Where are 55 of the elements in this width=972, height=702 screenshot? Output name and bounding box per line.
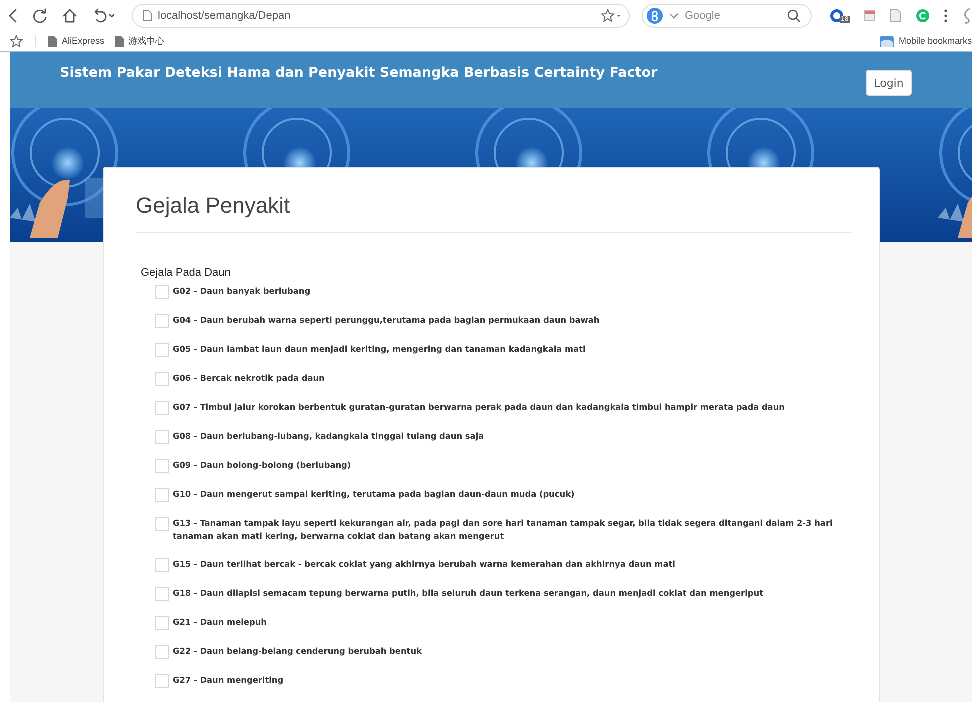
symptom-label: G27 - Daun mengeriting [173,674,285,687]
symptom-label: G05 - Daun lambat laun daun menjadi keriting, mengering dan tanaman kadangkala mati [173,343,587,356]
symptom-label: G18 - Daun dilapisi semacam tepung berwarna putih, bila seluruh daun terkena serangan, daun menjadi coklat dan mengeriput [173,587,765,600]
bookmark-link[interactable]: Mobile bookmarks [878,34,972,48]
symptom-label: G06 - Bercak nekrotik pada daun [173,372,326,385]
checkbox[interactable] [155,401,169,415]
bookmark-link[interactable]: 游戏中心 [114,34,165,48]
symptom-label: G21 - Daun melepuh [173,616,268,629]
checkbox[interactable] [155,616,169,630]
checkbox[interactable] [155,314,169,328]
checkbox[interactable] [155,674,169,688]
bookmark-link[interactable]: AliExpress [48,36,105,46]
home-icon[interactable] [62,8,78,24]
checkbox[interactable] [155,587,169,601]
back-icon[interactable] [8,8,18,24]
checkbox[interactable] [155,488,169,502]
page-icon [114,36,124,46]
symptom-label: G10 - Daun mengerut sampai keriting, terutama pada bagian daun-daun muda (pucuk) [173,488,576,501]
search-bar[interactable]: Google [642,4,812,28]
checkbox[interactable] [155,343,169,357]
symptom-label: G07 - Timbul jalur korokan berbentuk guratan-guratan berwarna perak pada daun dan kadangkala timbul hampir merata pada daun [173,401,786,414]
symptom-label: G04 - Daun berubah warna seperti perunggu,terutama pada bagian permukaan daun bawah [173,314,601,327]
checkbox[interactable] [155,372,169,386]
chevron-down-icon[interactable] [669,12,679,20]
more-icon[interactable] [944,9,948,23]
checkbox[interactable] [155,459,169,473]
symptom-label: G15 - Daun terlihat bercak - bercak coklat yang akhirnya berubah warna kemerahan dan akhirnya daun mati [173,558,676,571]
symptom-label: G13 - Tanaman tampak layu seperti kekurangan air, pada pagi dan sore hari tanaman tampak segar, bila tidak segera ditangani dalam 2-3 hari tanaman akan mati kering, berwarna coklat dan batang akan mengerut [173,517,834,543]
star-icon[interactable] [601,9,623,23]
checkbox[interactable] [155,645,169,659]
checkbox[interactable] [155,285,169,299]
symptom-label: G02 - Daun banyak berlubang [173,285,312,298]
star-icon[interactable] [10,34,23,48]
checkbox[interactable] [155,430,169,444]
login-button[interactable]: Login [866,70,912,96]
symptom-label: G09 - Daun bolong-bolong (berlubang) [173,459,352,472]
folder-icon [878,34,895,48]
checkbox[interactable] [155,517,169,531]
search-engine-logo-icon [647,8,663,24]
symptom-label: G22 - Daun belang-belang cenderung berubah bentuk [173,645,423,658]
page-heading: Gejala Penyakit [136,192,292,220]
search-field[interactable]: Google [685,10,781,22]
checkbox[interactable] [155,558,169,572]
page-icon [143,10,153,22]
site-title: Sistem Pakar Deteksi Hama dan Penyakit Semangka Berbasis Certainty Factor [60,65,658,81]
section-heading: Gejala Pada Daun [141,267,232,279]
undo-icon[interactable] [92,8,116,24]
calendar-icon[interactable] [864,10,876,22]
url-text: localhost/semangka/Depan [158,10,291,22]
page-icon [48,36,57,46]
search-icon[interactable] [787,9,801,23]
symptom-label: G08 - Daun berlubang-lubang, kadangkala tinggal tulang daun saja [173,430,486,443]
reload-icon[interactable] [32,8,48,24]
document-icon[interactable] [890,9,902,23]
address-bar[interactable]: localhost/semangka/Depan [132,4,630,28]
